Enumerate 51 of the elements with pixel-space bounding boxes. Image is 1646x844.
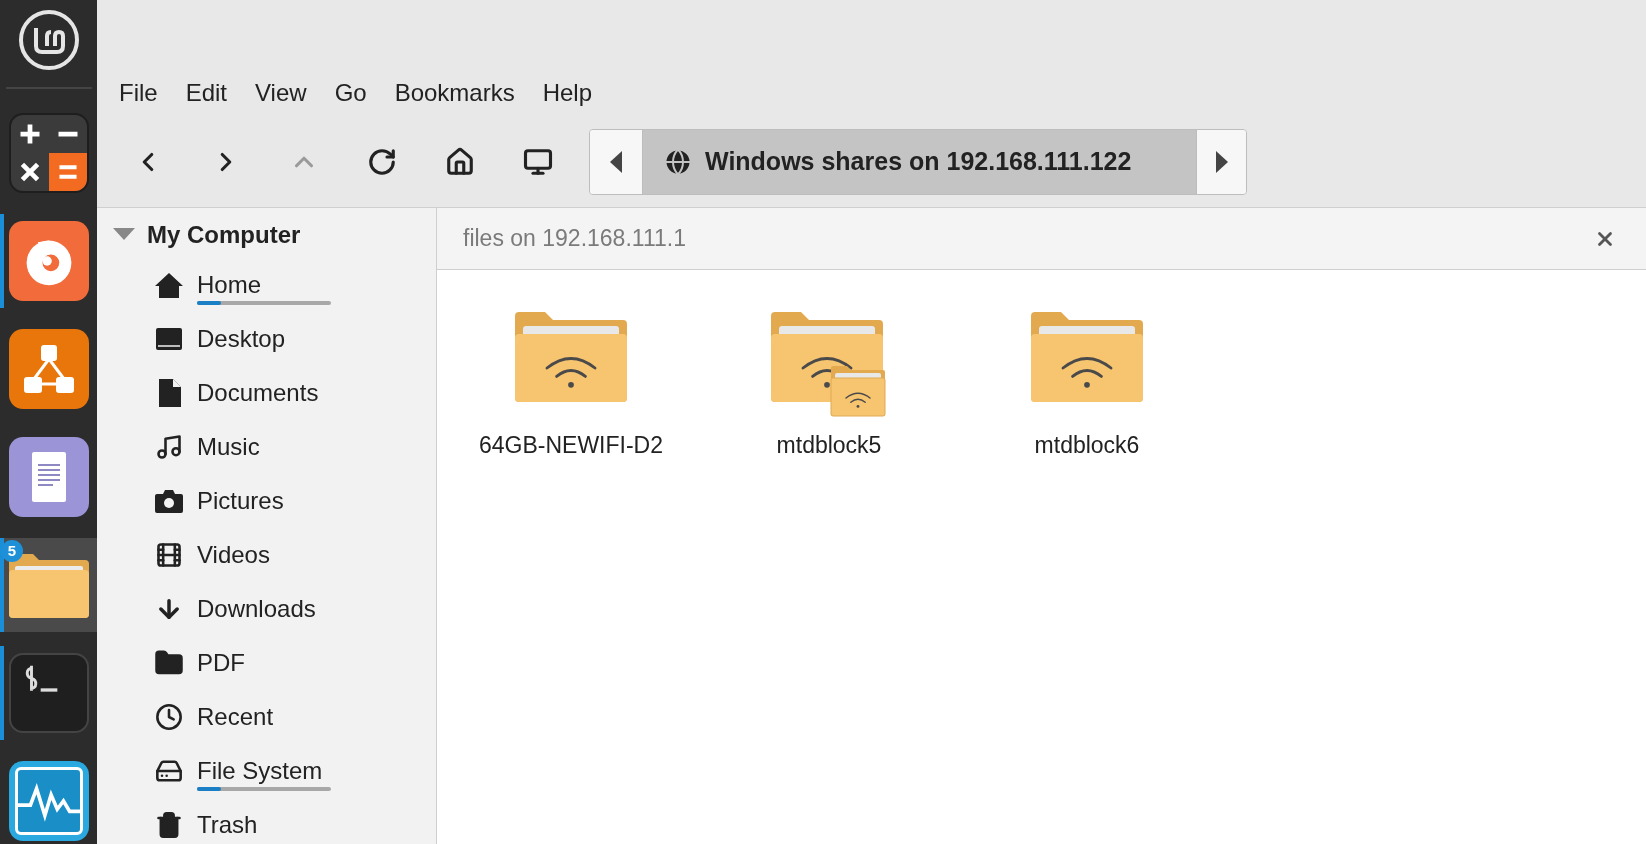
menu-item[interactable]: Help xyxy=(530,75,605,111)
document-icon[interactable] xyxy=(8,437,89,517)
menu-item[interactable]: File xyxy=(107,75,170,111)
clock-icon xyxy=(155,703,183,731)
sidebar-item[interactable]: Music xyxy=(113,420,436,474)
film-icon xyxy=(155,541,183,569)
drive-icon xyxy=(155,757,183,785)
sidebar-item[interactable]: Recent xyxy=(113,690,436,744)
sidebar-item[interactable]: File System xyxy=(113,744,436,798)
system-monitor-icon[interactable] xyxy=(8,761,89,841)
terminal-icon[interactable] xyxy=(8,653,89,733)
diagram-icon[interactable] xyxy=(8,329,89,409)
shared-folder-item[interactable]: mtdblock5 xyxy=(731,308,927,463)
sidebar-item[interactable]: Desktop xyxy=(113,312,436,366)
trash-icon xyxy=(155,811,183,839)
sidebar-item[interactable]: PDF xyxy=(113,636,436,690)
sidebar-item[interactable]: Pictures xyxy=(113,474,436,528)
calculator-icon[interactable] xyxy=(8,113,89,193)
desktop-icon xyxy=(155,327,183,351)
computer-icon xyxy=(523,146,553,177)
file-name: mtdblock6 xyxy=(1034,431,1140,460)
notification-badge: 5 xyxy=(1,540,23,562)
sidebar-item[interactable]: Documents xyxy=(113,366,436,420)
home-icon xyxy=(445,146,475,177)
path-button[interactable]: Windows shares on 192.168.111.122 xyxy=(643,129,1196,194)
right-triangle-icon xyxy=(1215,150,1228,173)
sidebar-item[interactable]: Videos xyxy=(113,528,436,582)
shared-folder-item[interactable]: mtdblock6 xyxy=(989,308,1185,463)
section-header[interactable]: My Computer xyxy=(113,218,436,252)
left-triangle-icon xyxy=(610,150,622,173)
sidebar-item[interactable]: Home xyxy=(113,258,436,312)
music-icon xyxy=(155,433,183,461)
menu-item[interactable]: View xyxy=(243,75,319,111)
tab-title[interactable]: files on 192.168.111.1 xyxy=(463,221,686,256)
file-name: mtdblock5 xyxy=(776,431,882,460)
sidebar-item[interactable]: Trash xyxy=(113,798,436,844)
camera-icon xyxy=(155,489,183,513)
expander-icon xyxy=(113,228,135,242)
path-left-button[interactable] xyxy=(590,129,643,194)
reload-icon xyxy=(367,146,397,177)
document-icon xyxy=(157,379,181,407)
file-name: 64GB-NEWIFI-D2 xyxy=(479,431,663,460)
path-right-button[interactable] xyxy=(1196,129,1246,194)
browser-icon[interactable] xyxy=(8,221,89,301)
section-title: My Computer xyxy=(147,220,301,250)
menu-item[interactable]: Go xyxy=(322,75,379,111)
menu-item[interactable]: Edit xyxy=(173,75,240,111)
sidebar-item[interactable]: Downloads xyxy=(113,582,436,636)
home-icon xyxy=(154,271,184,299)
shared-folder-item[interactable]: 64GB-NEWIFI-D2 xyxy=(473,308,669,463)
menu-item[interactable]: Bookmarks xyxy=(382,75,527,111)
